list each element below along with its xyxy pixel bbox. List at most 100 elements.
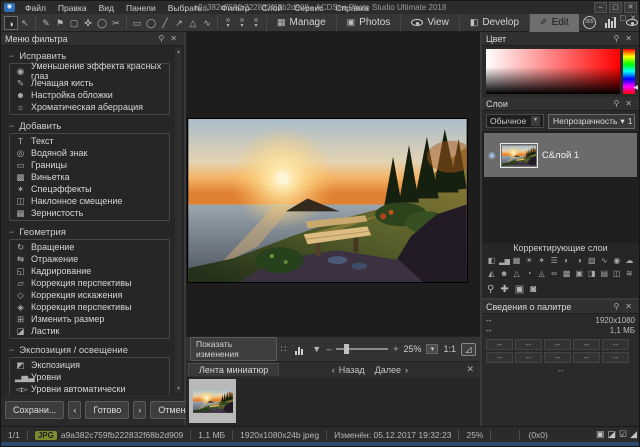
- filter-chromatic-aberration[interactable]: ☼Хроматическая аберрация: [10, 101, 169, 113]
- tool-lasso[interactable]: ◯: [95, 16, 109, 30]
- menu-item[interactable]: Вид: [93, 2, 120, 14]
- section-header-exposure[interactable]: − Экспозиция / освещение: [7, 344, 172, 356]
- filter-cover-setup[interactable]: ☻Настройка обложки: [10, 89, 169, 101]
- layer-name[interactable]: С&лой 1: [542, 150, 579, 161]
- histogram-icon[interactable]: [295, 344, 303, 355]
- tool-selection-brush[interactable]: ✎: [39, 16, 53, 30]
- mode-view-button[interactable]: View: [400, 14, 459, 32]
- filmstrip-tab[interactable]: Лента миниатюр: [188, 363, 279, 376]
- child-restore-button[interactable]: ▢: [620, 14, 627, 22]
- blend-mode-select[interactable]: Обычное ▾: [486, 114, 544, 128]
- adj-soft-focus-icon[interactable]: ∿: [599, 256, 610, 269]
- resize-grip[interactable]: ◢: [630, 429, 637, 440]
- filter-resize[interactable]: ⊞Изменить размер: [10, 313, 169, 325]
- layer-mask-icon[interactable]: ◙: [530, 284, 536, 296]
- mode-edit-button[interactable]: ✐ Edit: [529, 14, 579, 32]
- filter-exposure[interactable]: ◩Экспозиция: [10, 359, 169, 371]
- close-icon[interactable]: ✕: [167, 34, 180, 43]
- mode-manage-button[interactable]: ▦ Manage: [266, 14, 336, 32]
- hue-marker-icon[interactable]: ◀: [633, 84, 638, 91]
- menu-item[interactable]: Панели: [120, 2, 162, 14]
- filter-red-eye-reduction[interactable]: ◉Уменьшение эффекта красных глаз: [10, 65, 169, 77]
- adj-levels-icon[interactable]: ▂▅▃: [499, 256, 510, 269]
- done-button[interactable]: Готово: [85, 401, 129, 419]
- adj-bw-icon[interactable]: ◑: [574, 256, 585, 269]
- adj-skin-tune-icon[interactable]: ☻: [499, 269, 510, 282]
- filter-vignette[interactable]: ▩Виньетка: [10, 171, 169, 183]
- layer-visibility-eye-icon[interactable]: ◉: [488, 150, 496, 161]
- child-minimize-button[interactable]: –: [612, 14, 616, 22]
- minimize-button[interactable]: –: [594, 2, 607, 13]
- acdsee-365-icon[interactable]: 365: [583, 16, 596, 29]
- adj-noise-icon[interactable]: △: [511, 269, 522, 282]
- filter-watermark[interactable]: ◎Водяной знак: [10, 147, 169, 159]
- menu-item[interactable]: Сервис: [288, 2, 329, 14]
- adj-gradient-icon[interactable]: ▤: [599, 269, 610, 282]
- filter-levels[interactable]: ▂▅▃Уровни: [10, 371, 169, 383]
- tool-flag-select[interactable]: ⚑: [53, 16, 67, 30]
- prev-button[interactable]: ‹: [68, 401, 81, 419]
- adj-gradient-map-icon[interactable]: ◫: [611, 269, 622, 282]
- mode-develop-button[interactable]: ◧ Develop: [459, 14, 529, 32]
- tool-ellipse[interactable]: ◯: [144, 16, 158, 30]
- forward-button[interactable]: Далее›: [375, 365, 408, 375]
- scroll-down-icon[interactable]: ▼: [175, 386, 182, 392]
- close-icon[interactable]: ✕: [622, 302, 635, 311]
- scroll-up-icon[interactable]: ▲: [175, 49, 182, 55]
- filter-lens-correction[interactable]: ◈Коррекция перспективы: [10, 301, 169, 313]
- tool-line[interactable]: ╱: [158, 16, 172, 30]
- filter-borders[interactable]: ▭Границы: [10, 159, 169, 171]
- menu-item[interactable]: Правка: [52, 2, 93, 14]
- filmstrip-close-icon[interactable]: ✕: [460, 364, 480, 375]
- filter-eraser[interactable]: ◪Ластик: [10, 325, 169, 337]
- filter-tilt-shift[interactable]: ◫Наклонное смещение: [10, 195, 169, 207]
- filter-rotate[interactable]: ↻Вращение: [10, 241, 169, 253]
- zoom-slider[interactable]: [336, 348, 388, 350]
- adj-curves-icon[interactable]: ▦: [511, 256, 522, 269]
- section-header-geometry[interactable]: − Геометрия: [7, 226, 172, 238]
- close-icon[interactable]: ✕: [622, 99, 635, 108]
- adj-sharpen-icon[interactable]: ◭: [486, 269, 497, 282]
- filmstrip-thumbnail[interactable]: [189, 379, 236, 423]
- filter-auto-levels[interactable]: ◅▻Уровни автоматически: [10, 383, 169, 395]
- tool-move[interactable]: ✜: [81, 16, 95, 30]
- mode-photos-button[interactable]: ▣ Photos: [336, 14, 401, 32]
- adj-clarity-icon[interactable]: ◔: [524, 269, 535, 282]
- menu-item[interactable]: Справка: [329, 2, 374, 14]
- show-changes-button[interactable]: Показать изменения: [190, 337, 277, 361]
- menu-item[interactable]: Файл: [19, 2, 52, 14]
- close-button[interactable]: ✕: [624, 2, 637, 13]
- filter-distortion-correction[interactable]: ◇Коррекция искажения: [10, 289, 169, 301]
- tool-polygon[interactable]: △: [186, 16, 200, 30]
- zoom-slider-thumb[interactable]: [344, 344, 349, 354]
- tool-current-selection[interactable]: ◑: [4, 16, 18, 30]
- zoom-out-icon[interactable]: –: [326, 344, 331, 354]
- filter-text[interactable]: TТекст: [10, 135, 169, 147]
- adj-color-balance-icon[interactable]: ◐: [561, 256, 572, 269]
- selection-grid-icon[interactable]: ∷: [281, 344, 287, 355]
- adj-exposure-icon[interactable]: ◧: [486, 256, 497, 269]
- layer-duplicate-icon[interactable]: ▣: [515, 284, 524, 296]
- zoom-in-icon[interactable]: +: [393, 344, 398, 354]
- back-button[interactable]: ‹Назад: [332, 365, 365, 375]
- select-status-icon[interactable]: ▣: [596, 429, 605, 440]
- pin-icon[interactable]: ⚲: [610, 34, 622, 43]
- filter-list-scrollbar[interactable]: ▲ ▼: [175, 48, 182, 393]
- menu-item[interactable]: Фильтр: [215, 2, 256, 14]
- tool-pointer[interactable]: ↖: [18, 16, 32, 30]
- pin-icon[interactable]: ⚲: [610, 302, 622, 311]
- adj-dehaze-icon[interactable]: ☁: [624, 256, 635, 269]
- tool-marquee-select[interactable]: ▢: [67, 16, 81, 30]
- actual-size-button[interactable]: 1:1: [443, 344, 456, 354]
- adj-grain-icon[interactable]: ▩: [561, 269, 572, 282]
- tool-rectangle[interactable]: ▭: [130, 16, 144, 30]
- maximize-button[interactable]: ▢: [609, 2, 622, 13]
- pin-icon[interactable]: ⚲: [610, 99, 622, 108]
- save-button[interactable]: Сохрани...: [5, 401, 64, 419]
- tool-arrow[interactable]: ↗: [172, 16, 186, 30]
- zoom-dropdown[interactable]: ▾: [426, 344, 438, 354]
- edit-status-icon[interactable]: ◪: [607, 429, 616, 440]
- adj-blur-icon[interactable]: ∞: [549, 269, 560, 282]
- adj-white-balance-icon[interactable]: ☀: [524, 256, 535, 269]
- close-icon[interactable]: ✕: [622, 34, 635, 43]
